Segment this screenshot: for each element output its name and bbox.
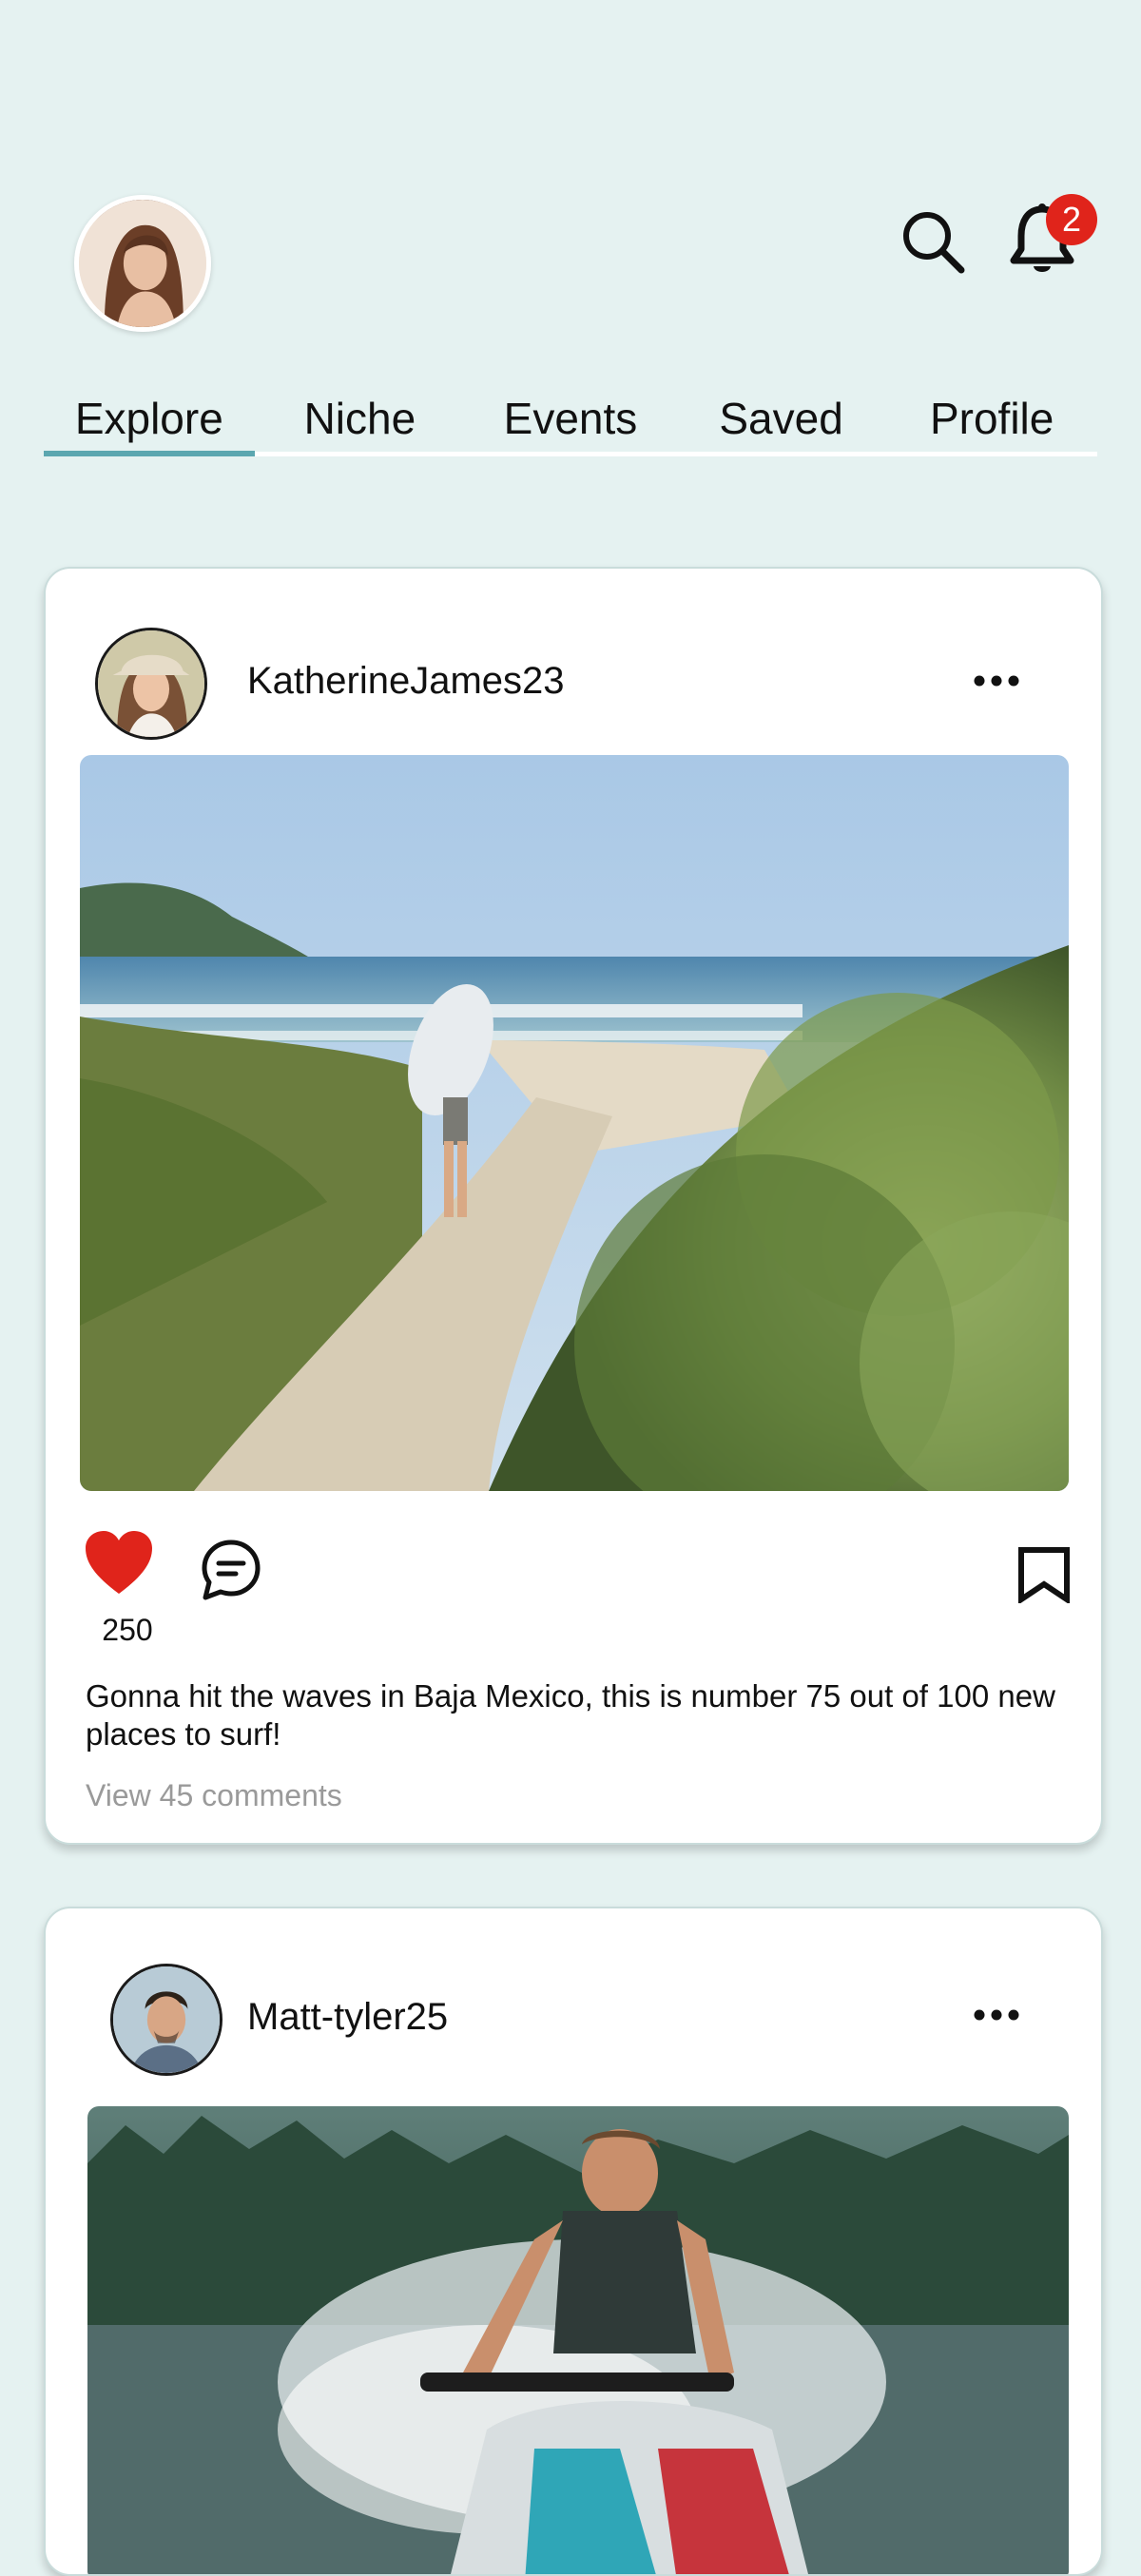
search-icon: [903, 212, 965, 274]
post-card: Matt-tyler25: [44, 1907, 1103, 2576]
post-author-avatar[interactable]: [110, 1964, 222, 2076]
post-more-button[interactable]: [958, 1996, 1035, 2034]
post-card: KatherineJames23 250 Gonna hit the waves…: [44, 567, 1103, 1845]
post-more-button[interactable]: [958, 662, 1035, 700]
tab-events[interactable]: Events: [465, 385, 676, 452]
tab-saved[interactable]: Saved: [676, 385, 887, 452]
view-comments-link[interactable]: View 45 comments: [86, 1778, 342, 1813]
comment-button[interactable]: [200, 1539, 262, 1601]
comment-icon: [202, 1540, 261, 1600]
beach-surfer-photo: [80, 755, 1069, 1491]
heart-icon: [86, 1531, 152, 1594]
save-button[interactable]: [1015, 1546, 1073, 1605]
post-username[interactable]: Matt-tyler25: [247, 1994, 448, 2040]
user-avatar[interactable]: [74, 195, 211, 332]
more-horizontal-icon: [974, 675, 1019, 687]
like-count: 250: [102, 1613, 153, 1647]
bookmark-icon: [1018, 1547, 1070, 1605]
post-author-avatar-image: [113, 1966, 220, 2073]
search-button[interactable]: [899, 207, 967, 276]
app-header: 2 Explore Niche Events Saved Profile: [0, 0, 1141, 456]
tab-profile[interactable]: Profile: [886, 385, 1097, 452]
post-author-avatar[interactable]: [95, 628, 207, 740]
user-avatar-image: [79, 200, 206, 327]
tab-niche[interactable]: Niche: [255, 385, 466, 452]
notification-badge: 2: [1046, 194, 1097, 245]
post-caption: Gonna hit the waves in Baja Mexico, this…: [86, 1678, 1055, 1752]
like-button[interactable]: [84, 1529, 154, 1598]
post-image[interactable]: [87, 2106, 1069, 2574]
post-image[interactable]: [80, 755, 1069, 1491]
tab-bar: Explore Niche Events Saved Profile: [44, 385, 1097, 456]
post-username[interactable]: KatherineJames23: [247, 658, 565, 704]
post-author-avatar-image: [98, 630, 204, 737]
jetski-photo: [87, 2106, 1069, 2574]
tab-explore[interactable]: Explore: [44, 385, 255, 456]
more-horizontal-icon: [974, 2009, 1019, 2021]
